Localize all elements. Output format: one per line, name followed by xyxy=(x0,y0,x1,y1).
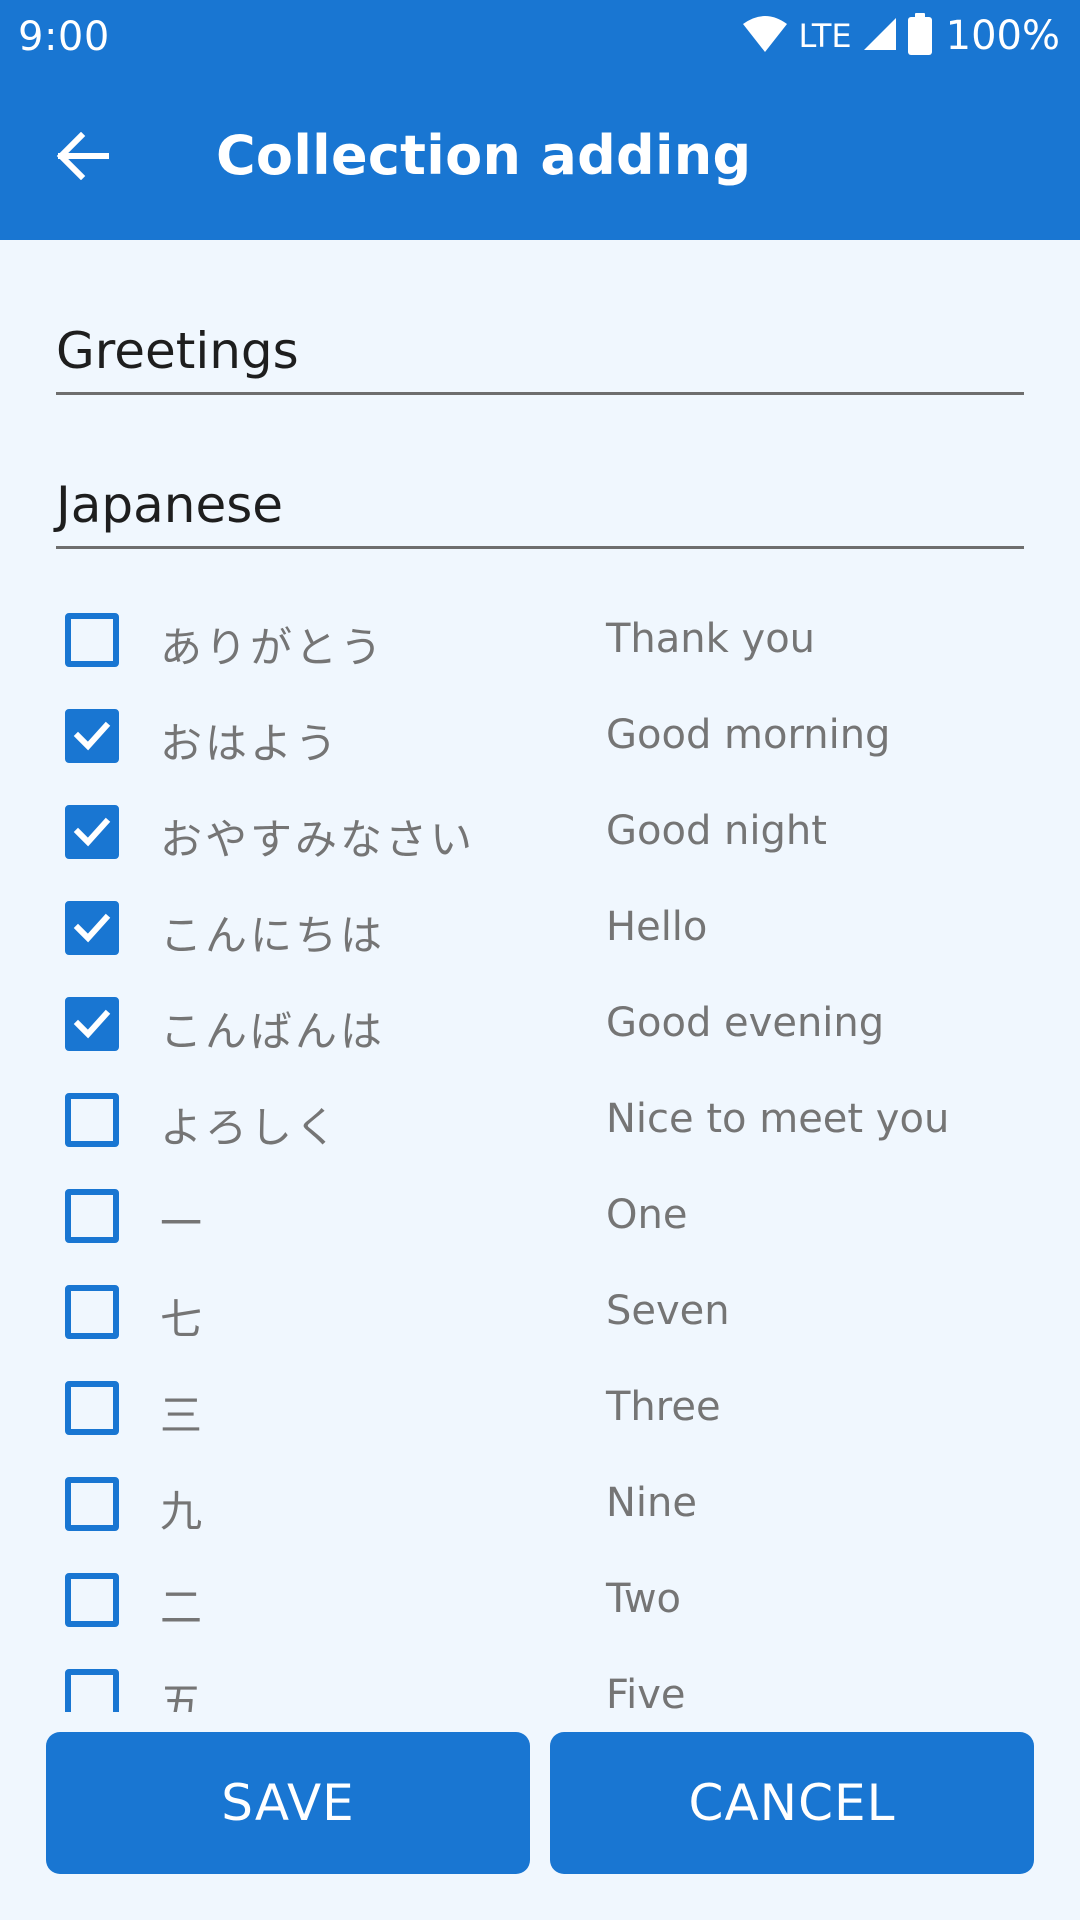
check-icon xyxy=(73,913,111,943)
list-item[interactable]: よろしく Nice to meet you xyxy=(0,1080,1080,1176)
word-translation: Thank you xyxy=(606,616,816,662)
list-item[interactable]: 一 One xyxy=(0,1176,1080,1272)
list-item[interactable]: おはよう Good morning xyxy=(0,696,1080,792)
word-translation: Two xyxy=(606,1576,681,1622)
word-checkbox[interactable] xyxy=(65,1669,119,1712)
app-bar: Collection adding xyxy=(0,72,1080,240)
word-translation: Good evening xyxy=(606,1000,885,1046)
status-time: 9:00 xyxy=(18,14,110,60)
word-translation: Good night xyxy=(606,808,827,854)
word-translation: Good morning xyxy=(606,712,891,758)
list-item[interactable]: 二 Two xyxy=(0,1560,1080,1656)
arrow-back-icon xyxy=(55,131,110,184)
list-item[interactable]: 五 Five xyxy=(0,1656,1080,1712)
word-checkbox[interactable] xyxy=(65,1573,119,1627)
network-type: LTE xyxy=(798,17,852,55)
word-translation: Nine xyxy=(606,1480,697,1526)
status-icons: LTE 100% xyxy=(742,10,1060,62)
word-japanese: おはよう xyxy=(160,719,341,768)
word-checkbox[interactable] xyxy=(65,1093,119,1147)
wifi-icon xyxy=(742,14,788,58)
word-list[interactable]: ありがとう Thank you おはよう Good morning おやすみなさ… xyxy=(0,600,1080,1712)
word-translation: Seven xyxy=(606,1288,730,1334)
word-japanese: ありがとう xyxy=(160,623,386,672)
screen: 9:00 LTE 100% Collection adding Greeting… xyxy=(0,0,1080,1920)
check-icon xyxy=(73,721,111,751)
check-icon xyxy=(73,1009,111,1039)
list-item[interactable]: 九 Nine xyxy=(0,1464,1080,1560)
word-japanese: こんばんは xyxy=(160,1007,386,1056)
battery-icon xyxy=(907,13,932,59)
signal-icon xyxy=(862,16,898,56)
collection-name-input[interactable]: Greetings xyxy=(56,322,1024,395)
word-checkbox[interactable] xyxy=(65,1381,119,1435)
word-translation: Nice to meet you xyxy=(606,1096,950,1142)
word-checkbox[interactable] xyxy=(65,997,119,1051)
word-japanese: よろしく xyxy=(160,1103,341,1152)
word-checkbox[interactable] xyxy=(65,805,119,859)
word-checkbox[interactable] xyxy=(65,1477,119,1531)
back-button[interactable] xyxy=(40,116,124,200)
word-japanese: 一 xyxy=(160,1199,206,1248)
list-item[interactable]: 七 Seven xyxy=(0,1272,1080,1368)
language-input[interactable]: Japanese xyxy=(56,476,1024,549)
word-checkbox[interactable] xyxy=(65,1285,119,1339)
word-translation: One xyxy=(606,1192,688,1238)
word-japanese: 七 xyxy=(160,1295,206,1344)
word-translation: Five xyxy=(606,1672,686,1712)
battery-level: 100% xyxy=(945,13,1060,59)
list-item[interactable]: こんにちは Hello xyxy=(0,888,1080,984)
word-checkbox[interactable] xyxy=(65,709,119,763)
word-japanese: こんにちは xyxy=(160,911,386,960)
word-japanese: 二 xyxy=(160,1583,206,1632)
word-japanese: 三 xyxy=(160,1391,206,1440)
word-checkbox[interactable] xyxy=(65,901,119,955)
cancel-button[interactable]: CANCEL xyxy=(550,1732,1034,1874)
word-japanese: 九 xyxy=(160,1487,206,1536)
status-bar: 9:00 LTE 100% xyxy=(0,0,1080,72)
save-button[interactable]: SAVE xyxy=(46,1732,530,1874)
word-translation: Hello xyxy=(606,904,708,950)
list-item[interactable]: こんばんは Good evening xyxy=(0,984,1080,1080)
word-translation: Three xyxy=(606,1384,721,1430)
word-checkbox[interactable] xyxy=(65,1189,119,1243)
list-item[interactable]: おやすみなさい Good night xyxy=(0,792,1080,888)
word-japanese: 五 xyxy=(160,1679,206,1712)
word-checkbox[interactable] xyxy=(65,613,119,667)
page-title: Collection adding xyxy=(216,124,752,187)
list-item[interactable]: 三 Three xyxy=(0,1368,1080,1464)
check-icon xyxy=(73,817,111,847)
word-japanese: おやすみなさい xyxy=(160,815,476,864)
list-item[interactable]: ありがとう Thank you xyxy=(0,600,1080,696)
